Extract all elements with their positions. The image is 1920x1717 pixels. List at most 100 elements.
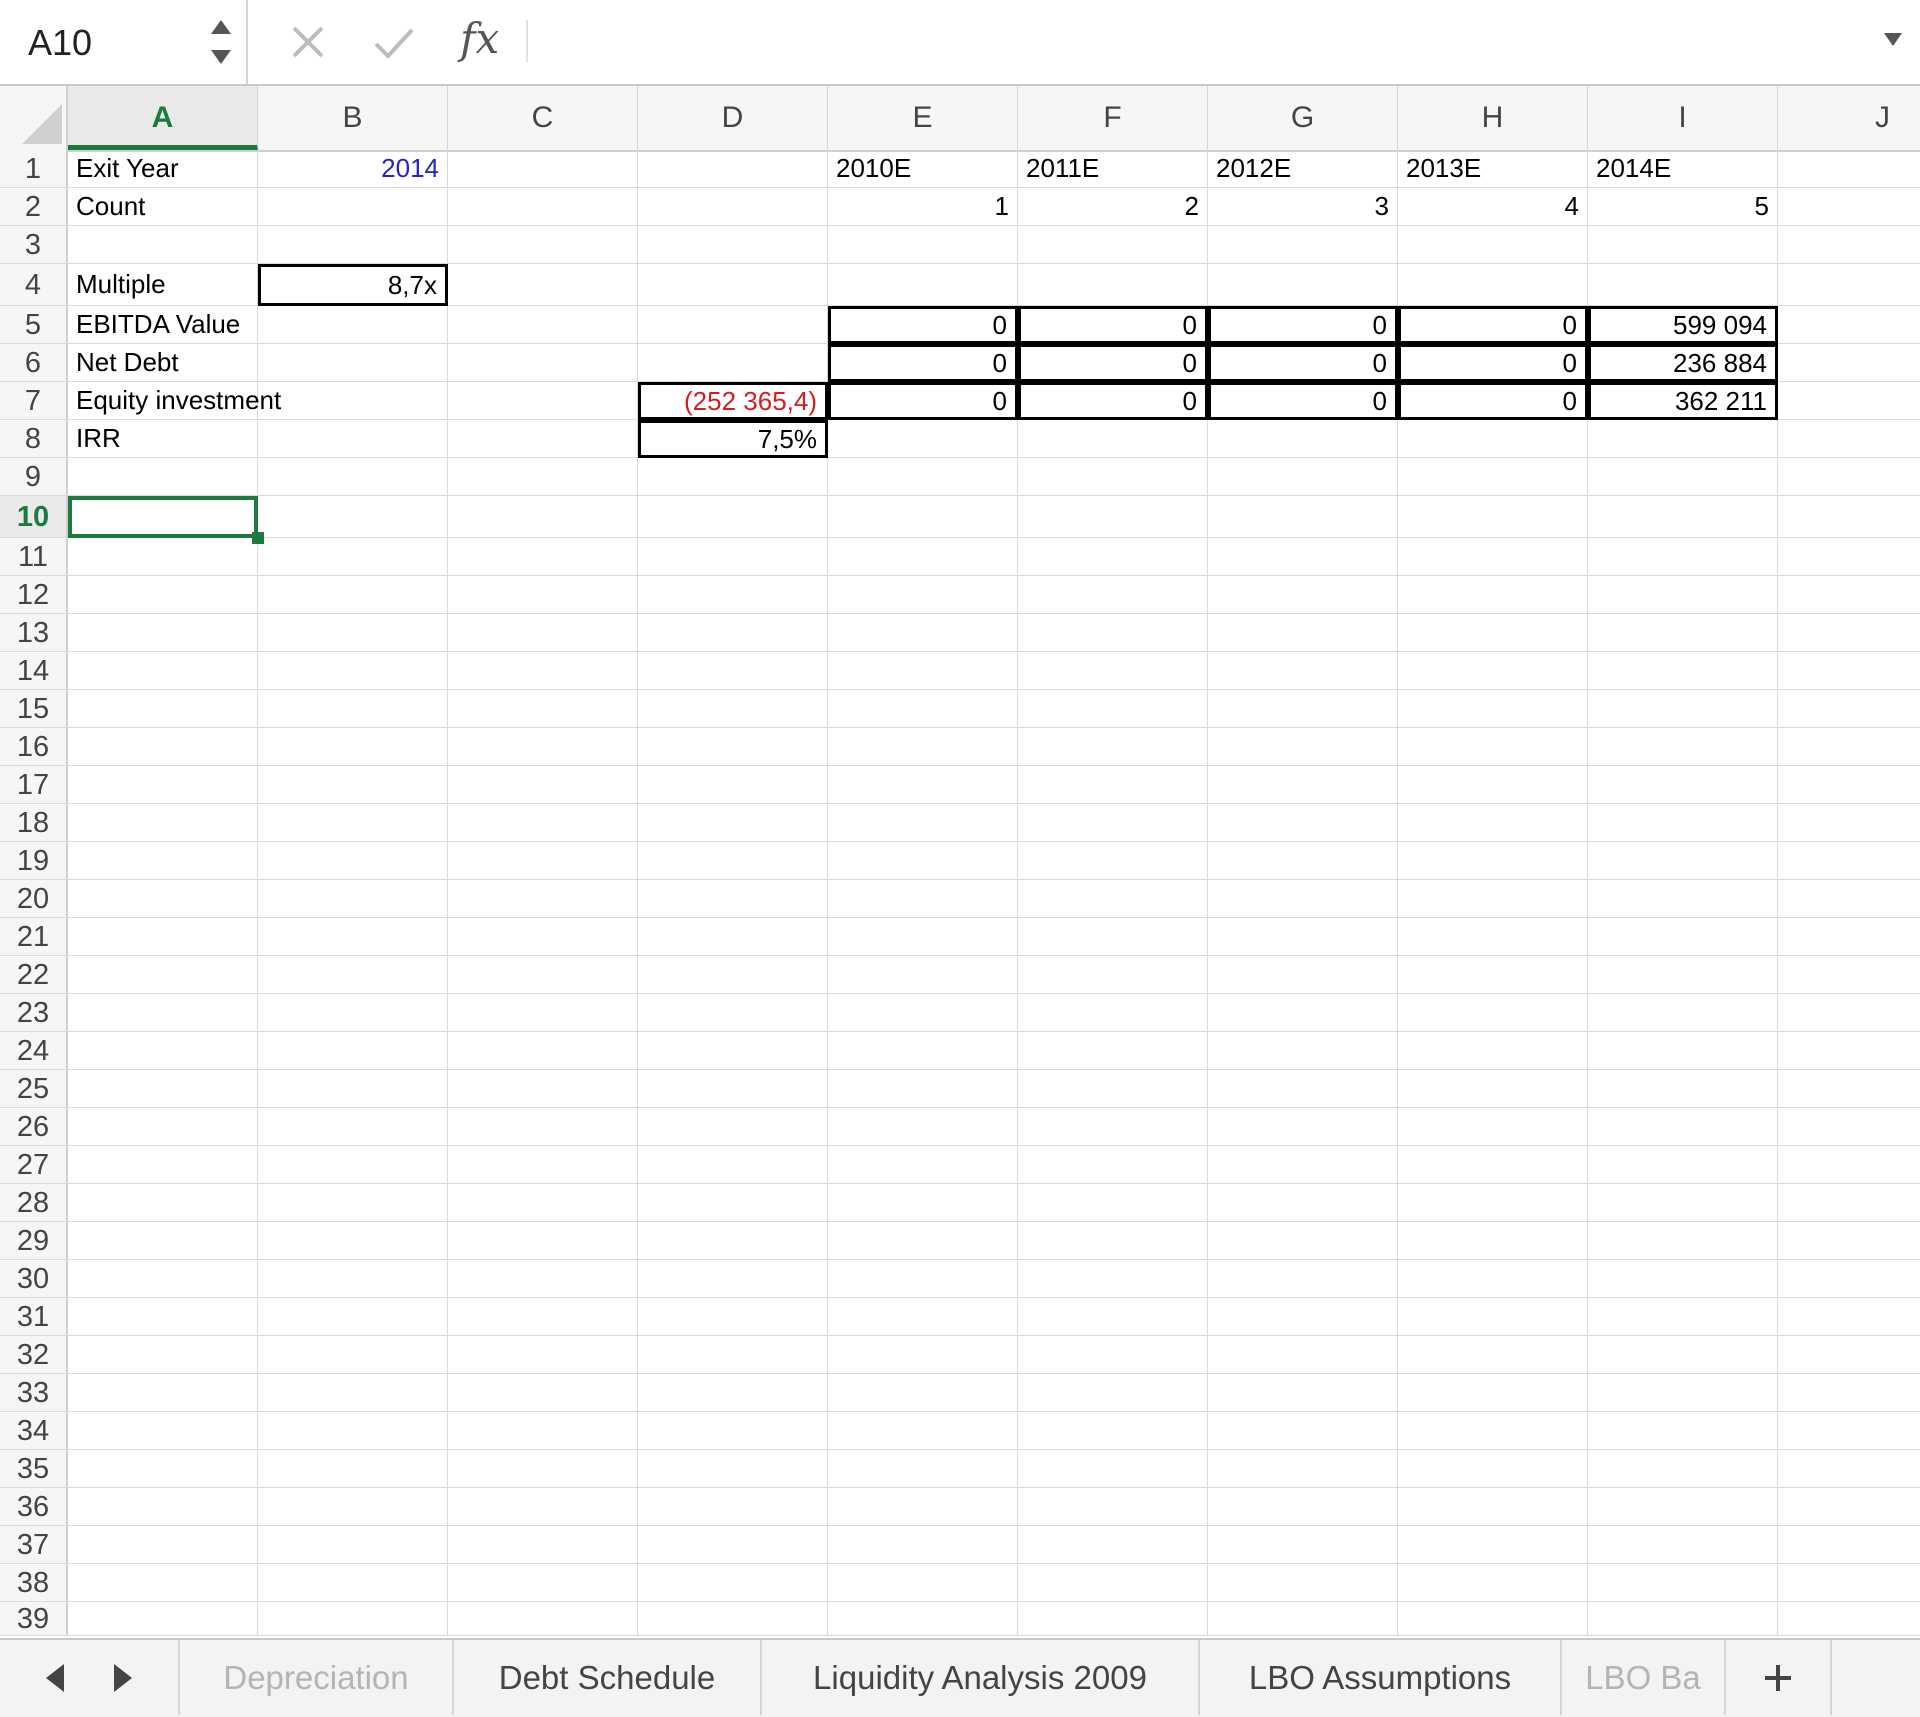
cell-h39[interactable] [1398, 1602, 1588, 1636]
cell-e36[interactable] [828, 1488, 1018, 1526]
row-header-4[interactable]: 4 [0, 264, 68, 306]
cell-d21[interactable] [638, 918, 828, 956]
cell-g26[interactable] [1208, 1108, 1398, 1146]
cell-a7[interactable]: Equity investment [68, 382, 281, 420]
row-header-15[interactable]: 15 [0, 690, 68, 728]
cell-a17[interactable] [68, 766, 258, 804]
cell-f22[interactable] [1018, 956, 1208, 994]
cell-d9[interactable] [638, 458, 828, 496]
column-header-d[interactable]: D [638, 86, 828, 150]
cell-j22[interactable] [1778, 956, 1920, 994]
cell-i39[interactable] [1588, 1602, 1778, 1636]
cell-e28[interactable] [828, 1184, 1018, 1222]
cell-g24[interactable] [1208, 1032, 1398, 1070]
cell-f13[interactable] [1018, 614, 1208, 652]
row-header-9[interactable]: 9 [0, 458, 68, 496]
cell-d35[interactable] [638, 1450, 828, 1488]
cell-j20[interactable] [1778, 880, 1920, 918]
cell-d31[interactable] [638, 1298, 828, 1336]
cell-j30[interactable] [1778, 1260, 1920, 1298]
cell-j34[interactable] [1778, 1412, 1920, 1450]
cell-i14[interactable] [1588, 652, 1778, 690]
cell-a22[interactable] [68, 956, 258, 994]
column-header-a[interactable]: A [68, 86, 258, 150]
cell-c30[interactable] [448, 1260, 638, 1298]
cell-g32[interactable] [1208, 1336, 1398, 1374]
cell-a8[interactable]: IRR [68, 420, 258, 458]
cell-e32[interactable] [828, 1336, 1018, 1374]
cell-c27[interactable] [448, 1146, 638, 1184]
cancel-icon[interactable] [288, 14, 328, 70]
row-header-19[interactable]: 19 [0, 842, 68, 880]
cell-f26[interactable] [1018, 1108, 1208, 1146]
cell-c1[interactable] [448, 150, 638, 188]
cell-g10[interactable] [1208, 496, 1398, 538]
column-header-f[interactable]: F [1018, 86, 1208, 150]
cell-c20[interactable] [448, 880, 638, 918]
cell-b26[interactable] [258, 1108, 448, 1146]
cell-d20[interactable] [638, 880, 828, 918]
cell-i29[interactable] [1588, 1222, 1778, 1260]
cell-j38[interactable] [1778, 1564, 1920, 1602]
cell-g19[interactable] [1208, 842, 1398, 880]
cell-d5[interactable] [638, 306, 828, 344]
cell-b13[interactable] [258, 614, 448, 652]
cell-j4[interactable] [1778, 264, 1920, 306]
cell-a25[interactable] [68, 1070, 258, 1108]
cell-b18[interactable] [258, 804, 448, 842]
cell-i35[interactable] [1588, 1450, 1778, 1488]
cell-f20[interactable] [1018, 880, 1208, 918]
cell-h18[interactable] [1398, 804, 1588, 842]
cell-a10[interactable] [68, 496, 258, 538]
cell-c11[interactable] [448, 538, 638, 576]
cell-h25[interactable] [1398, 1070, 1588, 1108]
row-header-31[interactable]: 31 [0, 1298, 68, 1336]
cell-c10[interactable] [448, 496, 638, 538]
cell-e21[interactable] [828, 918, 1018, 956]
row-header-24[interactable]: 24 [0, 1032, 68, 1070]
cell-h28[interactable] [1398, 1184, 1588, 1222]
select-all-corner[interactable] [0, 86, 68, 150]
cell-h6[interactable]: 0 [1398, 344, 1588, 382]
cell-i4[interactable] [1588, 264, 1778, 306]
cell-j11[interactable] [1778, 538, 1920, 576]
cell-a21[interactable] [68, 918, 258, 956]
cell-f30[interactable] [1018, 1260, 1208, 1298]
cell-j37[interactable] [1778, 1526, 1920, 1564]
fill-handle[interactable] [252, 532, 264, 544]
cell-g13[interactable] [1208, 614, 1398, 652]
cell-g37[interactable] [1208, 1526, 1398, 1564]
cell-i36[interactable] [1588, 1488, 1778, 1526]
cell-e13[interactable] [828, 614, 1018, 652]
cell-j35[interactable] [1778, 1450, 1920, 1488]
cell-c39[interactable] [448, 1602, 638, 1636]
cell-d36[interactable] [638, 1488, 828, 1526]
cell-d4[interactable] [638, 264, 828, 306]
cell-a1[interactable]: Exit Year [68, 150, 258, 188]
cell-e15[interactable] [828, 690, 1018, 728]
cell-j33[interactable] [1778, 1374, 1920, 1412]
cell-j2[interactable] [1778, 188, 1920, 226]
confirm-icon[interactable] [372, 14, 416, 70]
cell-b20[interactable] [258, 880, 448, 918]
cell-f36[interactable] [1018, 1488, 1208, 1526]
cell-h27[interactable] [1398, 1146, 1588, 1184]
cell-d39[interactable] [638, 1602, 828, 1636]
cell-b33[interactable] [258, 1374, 448, 1412]
cell-i32[interactable] [1588, 1336, 1778, 1374]
cell-c3[interactable] [448, 226, 638, 264]
row-header-3[interactable]: 3 [0, 226, 68, 264]
sheet-tab-depreciation[interactable]: Depreciation [178, 1640, 452, 1715]
row-header-36[interactable]: 36 [0, 1488, 68, 1526]
cell-d37[interactable] [638, 1526, 828, 1564]
cell-i8[interactable] [1588, 420, 1778, 458]
row-header-29[interactable]: 29 [0, 1222, 68, 1260]
cell-b1[interactable]: 2014 [258, 150, 448, 188]
cell-b35[interactable] [258, 1450, 448, 1488]
cell-c31[interactable] [448, 1298, 638, 1336]
cell-d17[interactable] [638, 766, 828, 804]
cell-j8[interactable] [1778, 420, 1920, 458]
cell-c37[interactable] [448, 1526, 638, 1564]
cell-g20[interactable] [1208, 880, 1398, 918]
cell-d10[interactable] [638, 496, 828, 538]
